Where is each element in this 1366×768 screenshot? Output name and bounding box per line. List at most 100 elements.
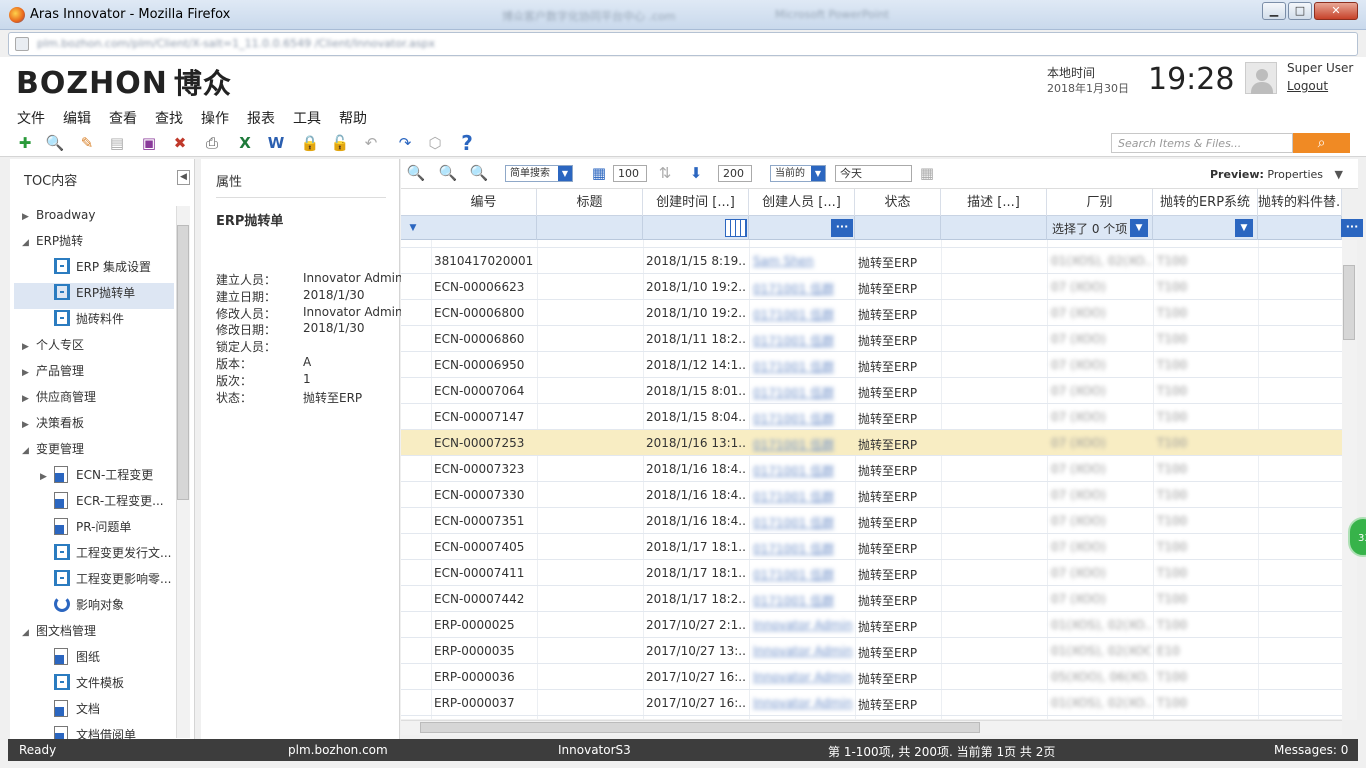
toc-item[interactable]: 抛砖料件 — [14, 309, 174, 335]
cell-creator[interactable]: 0171001 伍群 — [753, 410, 834, 427]
open-item-icon[interactable]: 🔍 — [45, 133, 65, 153]
toc-item[interactable]: ◢ 变更管理 — [22, 439, 172, 465]
expand-arrow-icon[interactable]: ▶ — [22, 207, 36, 227]
table-row[interactable]: ECN-00007405 2018/1/17 18:1... 0171001 伍群 抛… — [401, 534, 1342, 560]
expand-arrow-icon[interactable]: ▶ — [40, 467, 54, 487]
toc-item[interactable]: ▶ 产品管理 — [22, 361, 172, 387]
collapse-arrow-icon[interactable]: ◢ — [22, 441, 36, 461]
collapse-arrow-icon[interactable]: ◢ — [22, 623, 36, 643]
toc-item[interactable]: 文档 — [14, 699, 174, 725]
url-text[interactable]: plm.bozhon.com/plm/Client/X-salt=1_11.0.… — [37, 37, 435, 50]
help-icon[interactable]: ? — [457, 133, 477, 153]
maximize-button[interactable]: □ — [1288, 2, 1312, 20]
column-header[interactable]: 状态 — [855, 189, 941, 216]
table-row[interactable]: ECN-00007330 2018/1/16 18:4... 0171001 伍群 抛… — [401, 482, 1342, 508]
expand-arrow-icon[interactable]: ▶ — [22, 337, 36, 357]
filter-cell[interactable] — [1258, 216, 1342, 240]
cell-creator[interactable]: Innovator Admin — [753, 618, 853, 632]
column-header[interactable]: 编号 — [431, 189, 537, 216]
filter-cell[interactable] — [537, 216, 643, 240]
filter-cell[interactable] — [855, 216, 941, 240]
chevron-down-icon[interactable]: ▼ — [1130, 219, 1148, 237]
save-icon[interactable]: ▤ — [107, 133, 127, 153]
menu-file[interactable]: 文件 — [17, 108, 45, 128]
close-window-button[interactable]: ✕ — [1314, 2, 1358, 20]
max-results-input[interactable]: 200 — [718, 165, 752, 182]
table-row[interactable]: ECN-00006860 2018/1/11 18:2... 0171001 伍群 抛… — [401, 326, 1342, 352]
table-row[interactable]: ERP-0000037 2017/10/27 16:... Innovator Ad… — [401, 690, 1342, 716]
column-header[interactable]: 厂别 — [1047, 189, 1153, 216]
cell-creator[interactable]: 0171001 伍群 — [753, 566, 834, 583]
grid-hscroll-thumb[interactable] — [420, 722, 980, 733]
word-export-icon[interactable]: W — [266, 133, 286, 153]
column-header[interactable]: 创建人员 [...] — [749, 189, 855, 216]
column-header[interactable]: 描述 [...] — [941, 189, 1047, 216]
print-icon[interactable]: ⎙ — [202, 133, 222, 153]
sort-desc-icon[interactable]: ⬇ — [686, 163, 706, 183]
promote-icon[interactable]: ↷ — [395, 133, 415, 153]
more-options-icon[interactable]: ··· — [831, 219, 853, 237]
claim-icon[interactable]: ⬡ — [425, 133, 445, 153]
run-search-icon[interactable]: 🔍 — [406, 163, 426, 183]
table-row[interactable]: ERP-0000036 2017/10/27 16:... Innovator Ad… — [401, 664, 1342, 690]
table-row[interactable]: 3810417020001 2018/1/15 8:19... Sam Shen 抛转… — [401, 248, 1342, 274]
edit-item-icon[interactable]: ✎ — [77, 133, 97, 153]
preview-selector[interactable]: Preview: Properties ▼ — [1210, 168, 1343, 181]
toc-item[interactable]: 图纸 — [14, 647, 174, 673]
toc-item[interactable]: ◢ 图文档管理 — [22, 621, 172, 647]
cell-creator[interactable]: Innovator Admin — [753, 670, 853, 684]
table-row[interactable]: ECN-00007253 2018/1/16 13:1... 0171001 伍群 抛… — [401, 430, 1342, 456]
toc-item[interactable]: ECR-工程变更... — [14, 491, 174, 517]
calendar-icon[interactable] — [725, 219, 747, 237]
column-header[interactable]: 创建时间 [...] — [643, 189, 749, 216]
chevron-down-icon[interactable]: ▼ — [404, 219, 422, 237]
toc-item[interactable]: ▶ 供应商管理 — [22, 387, 172, 413]
excel-export-icon[interactable]: X — [235, 133, 255, 153]
expand-arrow-icon[interactable]: ▶ — [22, 363, 36, 383]
table-row[interactable]: ECN-00007351 2018/1/16 18:4... 0171001 伍群 抛… — [401, 508, 1342, 534]
cell-creator[interactable]: Innovator Admin — [753, 644, 853, 658]
search-input[interactable]: Search Items & Files... — [1111, 133, 1293, 153]
menu-search[interactable]: 查找 — [155, 108, 183, 128]
cell-creator[interactable]: 0171001 伍群 — [753, 514, 834, 531]
cell-creator[interactable]: Innovator Admin — [753, 696, 853, 710]
saved-search-icon[interactable]: 🔍 — [469, 163, 489, 183]
notification-badge[interactable]: 33 — [1348, 517, 1366, 557]
table-row[interactable]: ECN-00007442 2018/1/17 18:2... 0171001 伍群 抛… — [401, 586, 1342, 612]
version-select[interactable]: 当前的 ▼ — [770, 165, 826, 182]
toc-item[interactable]: ERP抛转单 — [14, 283, 174, 309]
toc-item[interactable]: ▶ 决策看板 — [22, 413, 172, 439]
cell-creator[interactable]: 0171001 伍群 — [753, 358, 834, 375]
toc-scroll-thumb[interactable] — [177, 225, 189, 500]
column-header[interactable]: 标题 — [537, 189, 643, 216]
cell-creator[interactable]: 0171001 伍群 — [753, 540, 834, 557]
table-row[interactable]: ERP-0000025 2017/10/27 2:1... Innovator Ad… — [401, 612, 1342, 638]
page-size-input[interactable]: 100 — [613, 165, 647, 182]
status-messages[interactable]: Messages: 0 — [1274, 743, 1348, 757]
table-row[interactable]: ECN-00006800 2018/1/10 19:2... 0171001 伍群 抛… — [401, 300, 1342, 326]
delete-icon[interactable]: ✖ — [170, 133, 190, 153]
menu-edit[interactable]: 编辑 — [63, 108, 91, 128]
column-header[interactable]: 抛转的料件替... — [1258, 189, 1342, 216]
menu-tools[interactable]: 工具 — [293, 108, 321, 128]
user-avatar[interactable] — [1245, 62, 1277, 94]
cell-creator[interactable]: 0171001 伍群 — [753, 384, 834, 401]
search-button[interactable]: ⌕ — [1293, 133, 1350, 153]
table-row[interactable]: ECN-00006623 2018/1/10 19:2... 0171001 伍群 抛… — [401, 274, 1342, 300]
background-tab-2[interactable]: Microsoft PowerPoint — [775, 8, 889, 21]
expand-arrow-icon[interactable]: ▶ — [22, 389, 36, 409]
site-identity-icon[interactable] — [15, 37, 29, 51]
logout-link[interactable]: Logout — [1287, 79, 1328, 93]
menu-actions[interactable]: 操作 — [201, 108, 229, 128]
more-options-icon[interactable]: ··· — [1341, 219, 1363, 237]
toc-item[interactable]: ERP 集成设置 — [14, 257, 174, 283]
toc-item[interactable]: ▶ ECN-工程变更 — [14, 465, 174, 491]
table-row[interactable]: ECN-00006950 2018/1/12 14:1... 0171001 伍群 抛… — [401, 352, 1342, 378]
grid-vscroll-thumb[interactable] — [1343, 265, 1355, 340]
clear-search-icon[interactable]: 🔍 — [438, 163, 458, 183]
unlock-icon[interactable]: 🔓 — [330, 133, 350, 153]
date-input[interactable]: 今天 — [835, 165, 912, 182]
toc-item[interactable]: PR-问题单 — [14, 517, 174, 543]
cell-creator[interactable]: 0171001 伍群 — [753, 332, 834, 349]
new-item-icon[interactable]: ✚ — [15, 133, 35, 153]
